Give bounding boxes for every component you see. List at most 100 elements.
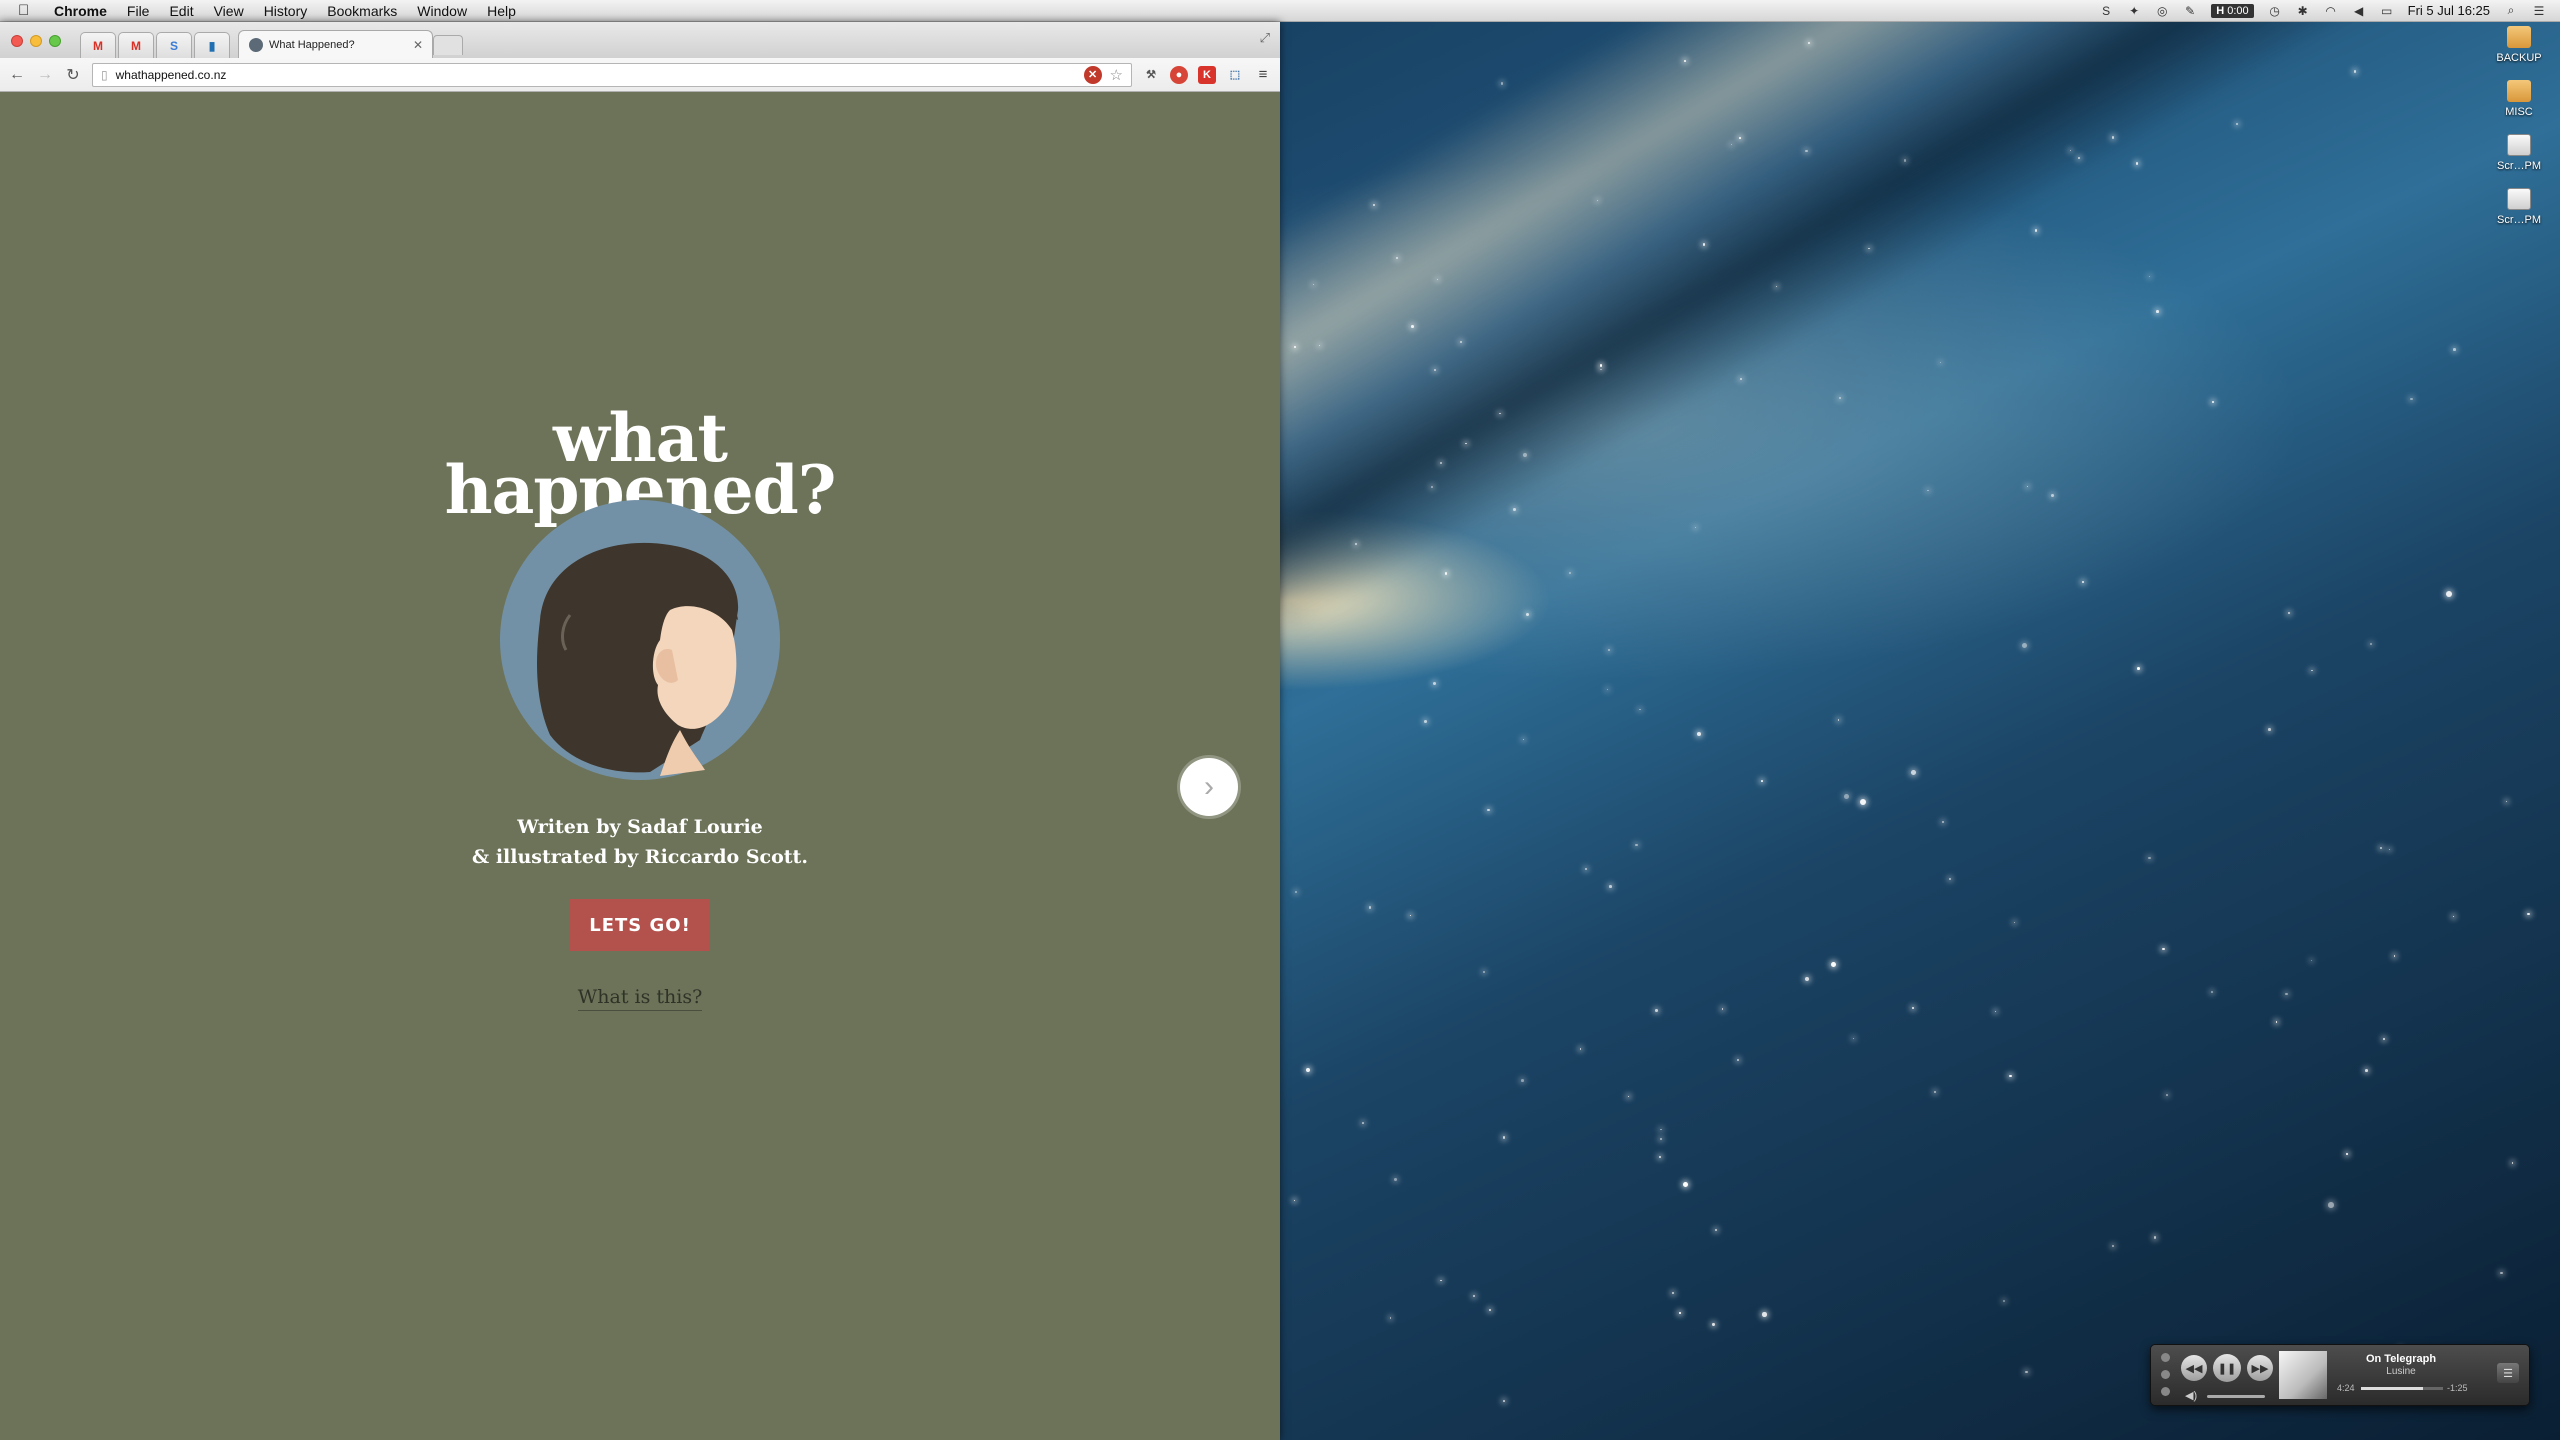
- star: [1843, 793, 1850, 800]
- menu-help[interactable]: Help: [487, 3, 516, 19]
- status-menus: S ✦ ◎ ✎ H 0:00 ◷ ✱ ◠ ◀ ▭ Fri 5 Jul 16:25…: [2099, 3, 2560, 18]
- star: [1762, 1312, 1767, 1317]
- star: [1502, 1400, 1505, 1402]
- new-tab-button[interactable]: [433, 35, 463, 55]
- bluetooth-icon[interactable]: ✱: [2296, 4, 2310, 18]
- star: [2166, 1094, 2168, 1097]
- wifi-icon[interactable]: ◠: [2324, 4, 2338, 18]
- minimize-player-button[interactable]: [2161, 1370, 2170, 1379]
- extension-k-icon[interactable]: K: [1198, 65, 1216, 84]
- star: [2148, 857, 2151, 860]
- chrome-menu-icon[interactable]: ≡: [1254, 66, 1272, 84]
- dropbox-icon[interactable]: ✦: [2127, 4, 2141, 18]
- star: [1912, 1006, 1914, 1009]
- star: [1860, 799, 1867, 806]
- bookmark-star-icon[interactable]: ☆: [1110, 66, 1123, 84]
- star: [2156, 309, 2159, 313]
- star: [1444, 572, 1447, 575]
- menu-history[interactable]: History: [264, 3, 308, 19]
- menu-app-name[interactable]: Chrome: [54, 3, 107, 19]
- desktop-icon-screenshot-2[interactable]: Scr…PM: [2484, 188, 2554, 226]
- star: [1683, 1181, 1689, 1187]
- omnibox-actions: ✕ ☆: [1083, 65, 1123, 84]
- star: [1473, 1294, 1476, 1298]
- star: [2275, 1021, 2278, 1023]
- star: [2311, 669, 2313, 672]
- desktop-icon-misc[interactable]: MISC: [2484, 80, 2554, 118]
- menu-bookmarks[interactable]: Bookmarks: [327, 3, 397, 19]
- pinned-tab-gmail-1[interactable]: M: [80, 32, 116, 58]
- lets-go-button[interactable]: LETS GO!: [570, 899, 710, 951]
- desktop-icon-screenshot-1[interactable]: Scr…PM: [2484, 134, 2554, 172]
- fullscreen-icon[interactable]: ⤢: [1260, 30, 1270, 46]
- menu-window[interactable]: Window: [417, 3, 467, 19]
- spotlight-icon[interactable]: ⌕: [2504, 3, 2518, 18]
- menu-file[interactable]: File: [127, 3, 150, 19]
- close-window-button[interactable]: [11, 35, 23, 47]
- menu-view[interactable]: View: [214, 3, 244, 19]
- album-artwork[interactable]: [2279, 1351, 2327, 1399]
- rewind-button[interactable]: ◀◀: [2181, 1355, 2207, 1381]
- battery-icon[interactable]: ▭: [2380, 4, 2394, 18]
- star: [1934, 1091, 1937, 1094]
- close-tab-icon[interactable]: ✕: [413, 38, 423, 52]
- star: [1440, 1279, 1443, 1282]
- zoom-window-button[interactable]: [49, 35, 61, 47]
- star: [2025, 1370, 2028, 1374]
- expand-player-button[interactable]: [2161, 1387, 2170, 1396]
- star: [1294, 891, 1297, 894]
- star: [2382, 1038, 2385, 1041]
- chrome-window: M M S ▮ What Happened? ✕ ⤢ ← → ↻ ▯ whath…: [0, 22, 1280, 1440]
- wrench-icon[interactable]: ⚒: [1142, 66, 1160, 84]
- star: [1730, 143, 1732, 145]
- star: [2310, 960, 2313, 962]
- forward-button[interactable]: →: [36, 66, 54, 84]
- close-player-button[interactable]: [2161, 1353, 2170, 1362]
- evernote-icon[interactable]: ✎: [2183, 4, 2197, 18]
- star: [2111, 1244, 2114, 1247]
- pinned-tab-gmail-2[interactable]: M: [118, 32, 154, 58]
- cloud-app-icon[interactable]: ◎: [2155, 4, 2169, 18]
- star: [2078, 157, 2080, 159]
- volume-icon[interactable]: ◀: [2352, 4, 2366, 18]
- menu-edit[interactable]: Edit: [169, 3, 193, 19]
- star: [2452, 915, 2455, 918]
- up-next-list-button[interactable]: ☰: [2497, 1363, 2519, 1383]
- screen-capture-icon[interactable]: ⬚: [1226, 66, 1244, 84]
- reload-button[interactable]: ↻: [64, 65, 82, 85]
- star: [2268, 728, 2271, 731]
- star: [1839, 397, 1842, 399]
- star: [1702, 243, 1706, 246]
- star: [1942, 821, 1944, 823]
- star: [1362, 1122, 1364, 1124]
- time-machine-icon[interactable]: ◷: [2268, 4, 2282, 18]
- pause-button[interactable]: ❚❚: [2213, 1354, 2241, 1382]
- fast-forward-button[interactable]: ▶▶: [2247, 1355, 2273, 1381]
- active-tab[interactable]: What Happened? ✕: [238, 30, 433, 58]
- playback-progress-bar[interactable]: [2361, 1387, 2443, 1390]
- volume-slider[interactable]: [2207, 1395, 2265, 1398]
- pinned-tab-app-s[interactable]: S: [156, 32, 192, 58]
- skype-icon[interactable]: S: [2099, 4, 2113, 18]
- desktop-icon-backup[interactable]: BACKUP: [2484, 26, 2554, 64]
- notification-center-icon[interactable]: ☰: [2532, 4, 2546, 18]
- what-is-this-link[interactable]: What is this?: [577, 986, 703, 1011]
- url-text[interactable]: whathappened.co.nz: [116, 68, 227, 82]
- next-arrow-button[interactable]: ›: [1180, 758, 1238, 816]
- star: [1430, 486, 1433, 488]
- address-bar[interactable]: ▯ whathappened.co.nz ✕ ☆: [92, 62, 1132, 87]
- star: [1410, 325, 1414, 328]
- apple-menu-icon[interactable]: : [18, 2, 38, 19]
- clock[interactable]: Fri 5 Jul 16:25: [2408, 3, 2490, 18]
- adblock-icon[interactable]: ✕: [1083, 65, 1102, 84]
- star: [1659, 1155, 1662, 1158]
- star: [1502, 1136, 1506, 1139]
- desktop-icon-label: MISC: [2505, 106, 2533, 118]
- timer-display[interactable]: H 0:00: [2211, 3, 2254, 18]
- star: [1659, 1137, 1663, 1141]
- back-button[interactable]: ←: [8, 66, 26, 84]
- minimize-window-button[interactable]: [30, 35, 42, 47]
- extension-red-circle-icon[interactable]: ●: [1170, 65, 1188, 84]
- track-artist: Lusine: [2386, 1366, 2416, 1377]
- pinned-tab-trello[interactable]: ▮: [194, 32, 230, 58]
